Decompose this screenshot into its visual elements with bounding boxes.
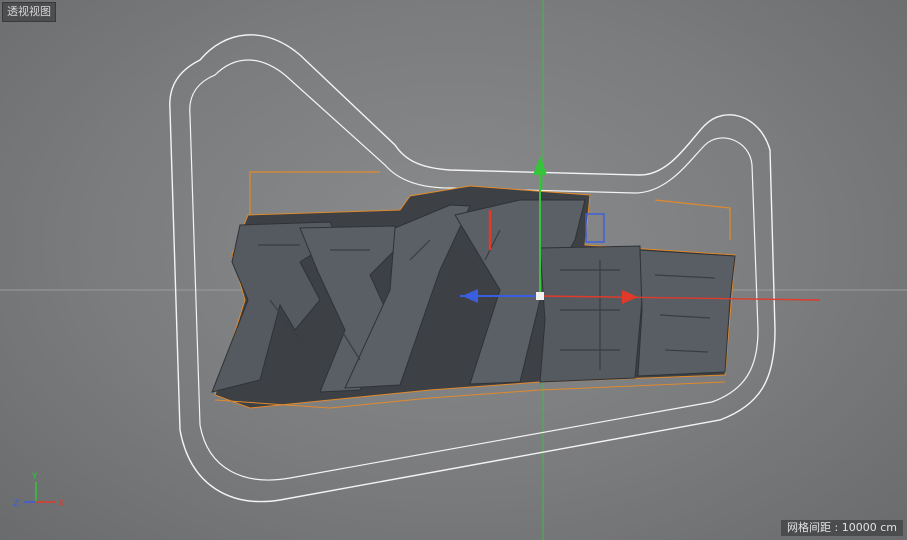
axis-x-label: X xyxy=(58,499,64,509)
bounding-box-corner xyxy=(249,171,380,215)
gizmo-y-arrow xyxy=(533,156,547,175)
viewport-title[interactable]: 透视视图 xyxy=(2,2,56,22)
axis-z-label: Z xyxy=(13,499,19,509)
gizmo-plane-handle xyxy=(585,213,605,243)
bounding-box-corner xyxy=(654,199,731,240)
perspective-viewport[interactable]: Y X Z 透视视图 网格间距 : 10000 cm xyxy=(0,0,907,540)
gizmo-center xyxy=(536,292,544,300)
grid-spacing-readout: 网格间距 : 10000 cm xyxy=(781,520,903,536)
axis-indicator: Y X Z xyxy=(13,472,64,509)
glyph-kuang xyxy=(539,245,643,383)
viewport-canvas[interactable]: Y X Z xyxy=(0,0,907,540)
glyph-huan xyxy=(637,249,736,377)
axis-y-label: Y xyxy=(31,472,38,482)
